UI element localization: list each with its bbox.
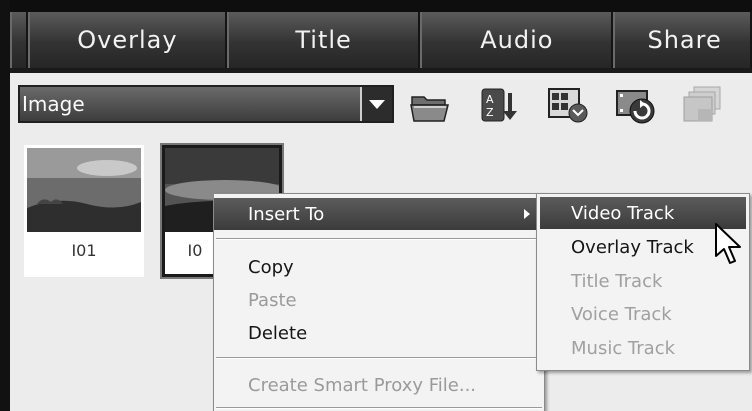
media-type-value: Image (22, 92, 85, 116)
library-manager-icon[interactable] (682, 83, 726, 127)
menu-item-insert-to[interactable]: Insert To (214, 198, 544, 230)
capture-video-icon[interactable] (614, 83, 658, 127)
media-type-dropdown[interactable]: Image (18, 85, 394, 123)
step-tab-bar: Overlay Title Audio Share (10, 12, 752, 68)
submenu-item-voice-track: Voice Track (571, 303, 672, 325)
submenu-item-music-track: Music Track (571, 337, 676, 359)
media-thumbnail[interactable]: I01 (24, 145, 144, 277)
submenu-arrow-icon (524, 209, 530, 219)
submenu-item-title-track: Title Track (571, 270, 663, 292)
sort-az-icon[interactable]: A Z (478, 83, 522, 127)
thumbnail-image (27, 148, 141, 232)
menu-separator (216, 407, 542, 409)
tab-audio[interactable]: Audio (420, 12, 614, 68)
tab-edit-partial[interactable] (10, 12, 28, 68)
insert-to-submenu: Video Track Overlay Track Title Track Vo… (536, 193, 750, 371)
tab-share[interactable]: Share (613, 12, 752, 68)
view-options-icon[interactable] (546, 83, 590, 127)
thumbnail-label: I01 (71, 241, 97, 260)
window-top-border (0, 0, 752, 12)
menu-item-copy[interactable]: Copy (214, 251, 544, 283)
chevron-down-icon (369, 99, 385, 109)
tab-audio-label: Audio (480, 26, 554, 54)
menu-separator (216, 357, 542, 359)
editor-window: Overlay Title Audio Share Image A Z I01 … (0, 0, 752, 411)
tab-title-label: Title (295, 26, 352, 54)
mouse-pointer-icon (714, 222, 744, 266)
folder-icon[interactable] (408, 83, 452, 127)
menu-item-create-smart-proxy: Create Smart Proxy File... (248, 374, 477, 396)
menu-separator (216, 238, 542, 240)
dropdown-arrow-button[interactable] (360, 87, 392, 121)
tab-share-label: Share (647, 26, 722, 54)
context-menu: Insert To Copy Paste Delete Create Smart… (213, 193, 545, 411)
svg-text:Z: Z (486, 106, 494, 119)
window-left-border (0, 0, 10, 411)
tab-title[interactable]: Title (226, 12, 421, 68)
tab-overlay-label: Overlay (77, 26, 178, 54)
menu-item-paste: Paste (248, 289, 297, 311)
menu-item-delete[interactable]: Delete (214, 317, 544, 349)
tab-overlay[interactable]: Overlay (27, 12, 227, 68)
svg-text:A: A (486, 93, 494, 106)
